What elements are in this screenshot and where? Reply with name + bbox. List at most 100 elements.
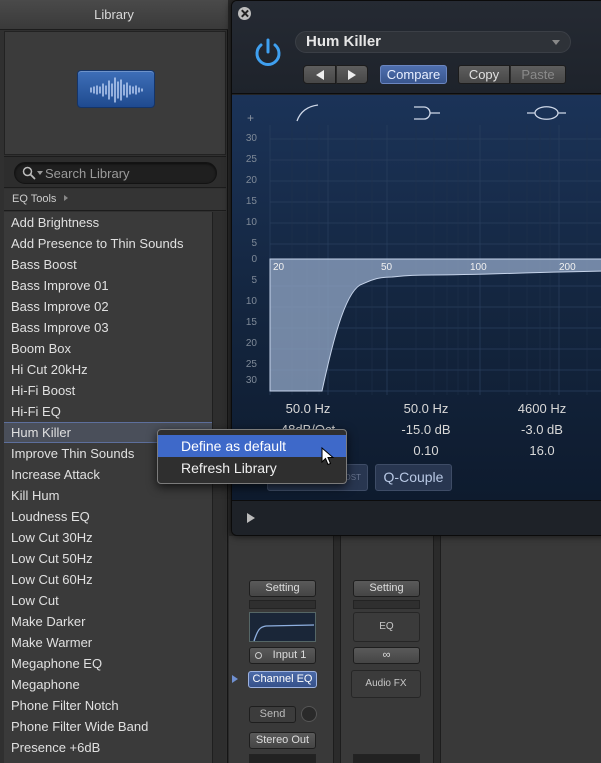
frequency-label: 100 — [470, 262, 487, 273]
db-scale-label: 5 — [251, 238, 257, 249]
next-preset-button[interactable] — [336, 65, 368, 84]
menu-item-define-as-default[interactable]: Define as default — [158, 435, 346, 457]
preset-list-item[interactable]: Bass Improve 01 — [4, 275, 212, 296]
breadcrumb[interactable]: EQ Tools — [4, 189, 226, 211]
db-scale-label: 25 — [245, 154, 257, 165]
preset-list-item[interactable]: Boom Box — [4, 338, 212, 359]
channel-eq-slot[interactable]: Channel EQ — [248, 671, 317, 688]
preset-list-item[interactable]: Phone Filter Wide Band — [4, 716, 212, 737]
preset-list-item[interactable]: Loudness EQ — [4, 506, 212, 527]
band-3-freq[interactable]: 4600 Hz — [497, 401, 587, 416]
library-panel: Library Search Library EQ Tools Add Brig… — [0, 0, 228, 763]
preset-list-item[interactable]: Add Brightness — [4, 212, 212, 233]
selection-arrow-icon — [232, 675, 238, 683]
preset-list-item[interactable]: Megaphone EQ — [4, 653, 212, 674]
strip-divider — [333, 536, 341, 763]
preset-list-item[interactable]: Hi-Fi Boost — [4, 380, 212, 401]
search-icon[interactable] — [22, 166, 36, 180]
breadcrumb-label: EQ Tools — [12, 193, 57, 205]
fader-top — [249, 754, 316, 763]
mouse-cursor-icon — [321, 447, 335, 466]
band-2-q[interactable]: 0.10 — [381, 443, 471, 458]
q-couple-button[interactable]: Q-Couple — [375, 464, 452, 491]
setting-button-2[interactable]: Setting — [353, 580, 420, 597]
band-3-gain[interactable]: -3.0 dB — [497, 422, 587, 437]
preset-list-item[interactable]: Bass Improve 03 — [4, 317, 212, 338]
preset-list-item[interactable]: Hi-Fi EQ — [4, 401, 212, 422]
preset-list-item[interactable]: Bass Boost — [4, 254, 212, 275]
plugin-header: Hum Killer Compare Copy Paste — [232, 1, 601, 94]
db-scale-label: 15 — [245, 196, 257, 207]
db-scale-label: 10 — [245, 296, 257, 307]
previous-preset-button[interactable] — [303, 65, 336, 84]
band-2-gain[interactable]: -15.0 dB — [381, 422, 471, 437]
power-icon[interactable] — [250, 35, 286, 71]
preset-list-item[interactable]: Phone Filter Notch — [4, 695, 212, 716]
audio-fx-slot[interactable]: Audio FX — [351, 670, 421, 698]
setting-button[interactable]: Setting — [249, 580, 316, 597]
chevron-down-icon — [552, 40, 560, 45]
preset-name: Hum Killer — [306, 33, 382, 50]
preset-waveform-icon — [77, 70, 155, 108]
band-1-freq[interactable]: 50.0 Hz — [263, 401, 353, 416]
search-field[interactable] — [14, 162, 217, 184]
input-label: Input 1 — [272, 649, 307, 661]
preset-list-item[interactable]: Low Cut 50Hz — [4, 548, 212, 569]
preset-list-item[interactable]: Make Warmer — [4, 632, 212, 653]
preset-list-item[interactable]: Low Cut — [4, 590, 212, 611]
post-label: OST — [344, 473, 361, 482]
preset-popup[interactable]: Hum Killer — [295, 31, 571, 53]
scrollbar[interactable] — [212, 212, 226, 763]
output-button[interactable]: Stereo Out — [249, 732, 316, 749]
band-2-freq[interactable]: 50.0 Hz — [381, 401, 471, 416]
preset-list: Add Brightness Add Presence to Thin Sound… — [4, 212, 212, 763]
paste-button[interactable]: Paste — [510, 65, 566, 84]
db-scale-label: 30 — [245, 133, 257, 144]
preset-list-item[interactable]: Presence +6dB — [4, 737, 212, 758]
strip-divider — [433, 536, 441, 763]
preset-list-item[interactable]: Bass Improve 02 — [4, 296, 212, 317]
arrow-left-icon — [315, 70, 324, 80]
disclosure-triangle-icon[interactable] — [247, 513, 255, 523]
lowshelf-shape-icon — [414, 106, 440, 120]
gain-slot — [249, 600, 316, 609]
eq-slot[interactable]: EQ — [353, 612, 420, 642]
frequency-label: 200 — [559, 262, 576, 273]
link-button[interactable]: ∞ — [353, 647, 420, 664]
chevron-right-icon — [64, 195, 69, 201]
fader-top-2 — [353, 754, 420, 763]
band-3-q[interactable]: 16.0 — [497, 443, 587, 458]
menu-item-refresh-library[interactable]: Refresh Library — [158, 457, 346, 479]
input-format-icon — [255, 652, 262, 659]
arrow-right-icon — [348, 70, 356, 80]
input-button[interactable]: Input 1 — [249, 647, 316, 664]
plugin-footer — [232, 500, 601, 535]
frequency-label: 20 — [273, 262, 285, 273]
db-scale-label: 10 — [245, 217, 257, 228]
chevron-down-icon[interactable] — [37, 171, 43, 175]
preset-list-item[interactable]: Megaphone — [4, 674, 212, 695]
band-shape-icons — [296, 104, 566, 122]
lowcut-shape-icon — [296, 104, 319, 122]
preset-list-item[interactable]: Kill Hum — [4, 485, 212, 506]
compare-button[interactable]: Compare — [380, 65, 447, 84]
copy-button[interactable]: Copy — [458, 65, 510, 84]
search-input[interactable] — [45, 165, 215, 182]
scale-plus: + — [247, 111, 255, 125]
db-scale-label: 20 — [245, 175, 257, 186]
library-title: Library — [0, 0, 228, 30]
gain-slot-2 — [353, 600, 420, 609]
preset-list-item[interactable]: Make Darker — [4, 611, 212, 632]
send-knob[interactable] — [301, 706, 317, 722]
close-icon[interactable] — [238, 7, 251, 20]
preset-list-item[interactable]: Low Cut 30Hz — [4, 527, 212, 548]
db-scale-label: 5 — [251, 275, 257, 286]
eq-thumbnail[interactable] — [249, 612, 316, 642]
db-scale-label: 0 — [251, 254, 257, 265]
preset-list-item[interactable]: Low Cut 60Hz — [4, 569, 212, 590]
frequency-label: 50 — [381, 262, 393, 273]
preset-list-item[interactable]: Add Presence to Thin Sounds — [4, 233, 212, 254]
send-slot[interactable]: Send — [249, 706, 296, 723]
bell-shape-icon — [527, 106, 566, 120]
preset-list-item[interactable]: Hi Cut 20kHz — [4, 359, 212, 380]
